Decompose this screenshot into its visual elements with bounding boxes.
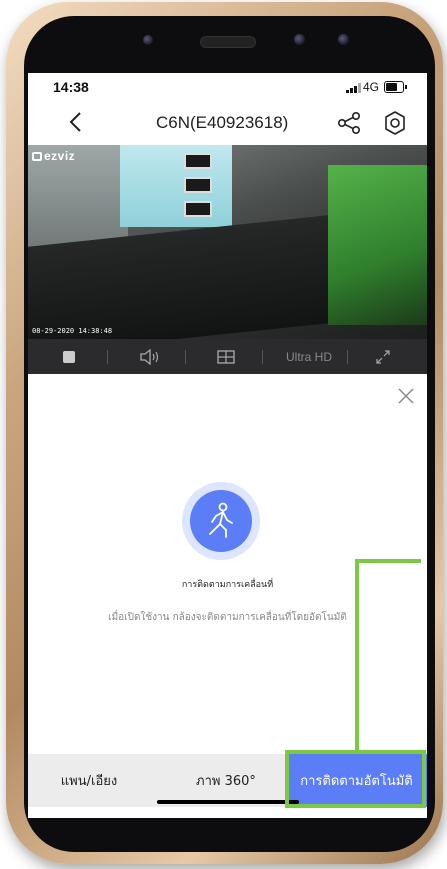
video-scene-port (184, 201, 212, 217)
battery-icon (384, 81, 407, 93)
stop-button[interactable] (54, 339, 84, 374)
feature-description: เมื่อเปิดใช้งาน กล้องจะติดตามการเคลื่อนท… (108, 612, 347, 623)
share-icon[interactable] (336, 110, 362, 136)
split-screen-button[interactable] (208, 339, 244, 374)
annotation-highlight-box (285, 750, 426, 808)
control-divider (107, 350, 108, 364)
sensor-dot-icon (338, 34, 349, 45)
volume-icon (140, 348, 159, 365)
video-scene-port (184, 177, 212, 193)
quality-selector[interactable]: Ultra HD (274, 339, 344, 374)
sensor-dot-icon (294, 34, 305, 45)
tab-pan-tilt[interactable]: แพน/เอียง (28, 754, 150, 807)
control-divider (185, 350, 186, 364)
feature-title: การติดตามการเคลื่อนที่ (181, 580, 274, 590)
network-type: 4G (363, 80, 380, 94)
control-divider (262, 350, 263, 364)
volume-button[interactable] (132, 339, 168, 374)
stop-icon (63, 350, 75, 363)
motion-tracking-toggle[interactable] (182, 482, 260, 560)
nav-bar: C6N(E40923618) (28, 101, 427, 145)
video-control-bar: Ultra HD (28, 339, 427, 374)
split-screen-icon (217, 349, 235, 364)
fullscreen-icon (376, 349, 390, 364)
fullscreen-button[interactable] (368, 339, 398, 374)
annotation-line-horizontal (355, 559, 421, 563)
control-divider (347, 350, 348, 364)
status-time: 14:38 (53, 79, 89, 95)
video-scene-background (328, 165, 427, 325)
video-timestamp: 08-29-2020 14:38:48 (32, 327, 113, 335)
page-title: C6N(E40923618) (156, 113, 289, 132)
ezviz-logo-icon (32, 152, 42, 161)
front-camera-icon (143, 35, 153, 45)
feature-panel: การติดตามการเคลื่อนที่ เมื่อเปิดใช้งาน ก… (28, 374, 427, 754)
annotation-line-vertical (355, 559, 359, 751)
live-video-feed[interactable]: ezviz 08-29-2020 14:38:48 (28, 145, 427, 339)
signal-icon (346, 83, 361, 93)
app-screen: 14:38 4G C6N(E40923618) ezviz 08-29-2020… (28, 73, 427, 818)
home-indicator (157, 800, 299, 804)
speaker-grille (200, 36, 256, 48)
status-bar: 14:38 4G (28, 73, 427, 101)
motion-tracking-icon (209, 502, 233, 538)
video-scene-port (184, 153, 212, 169)
settings-icon[interactable] (381, 109, 409, 137)
back-chevron-icon[interactable] (64, 109, 90, 135)
motion-tracking-badge (190, 490, 252, 552)
brand-watermark: ezviz (32, 149, 75, 163)
video-scene-device (120, 145, 232, 227)
close-icon[interactable] (396, 386, 416, 406)
brand-name: ezviz (44, 149, 76, 163)
